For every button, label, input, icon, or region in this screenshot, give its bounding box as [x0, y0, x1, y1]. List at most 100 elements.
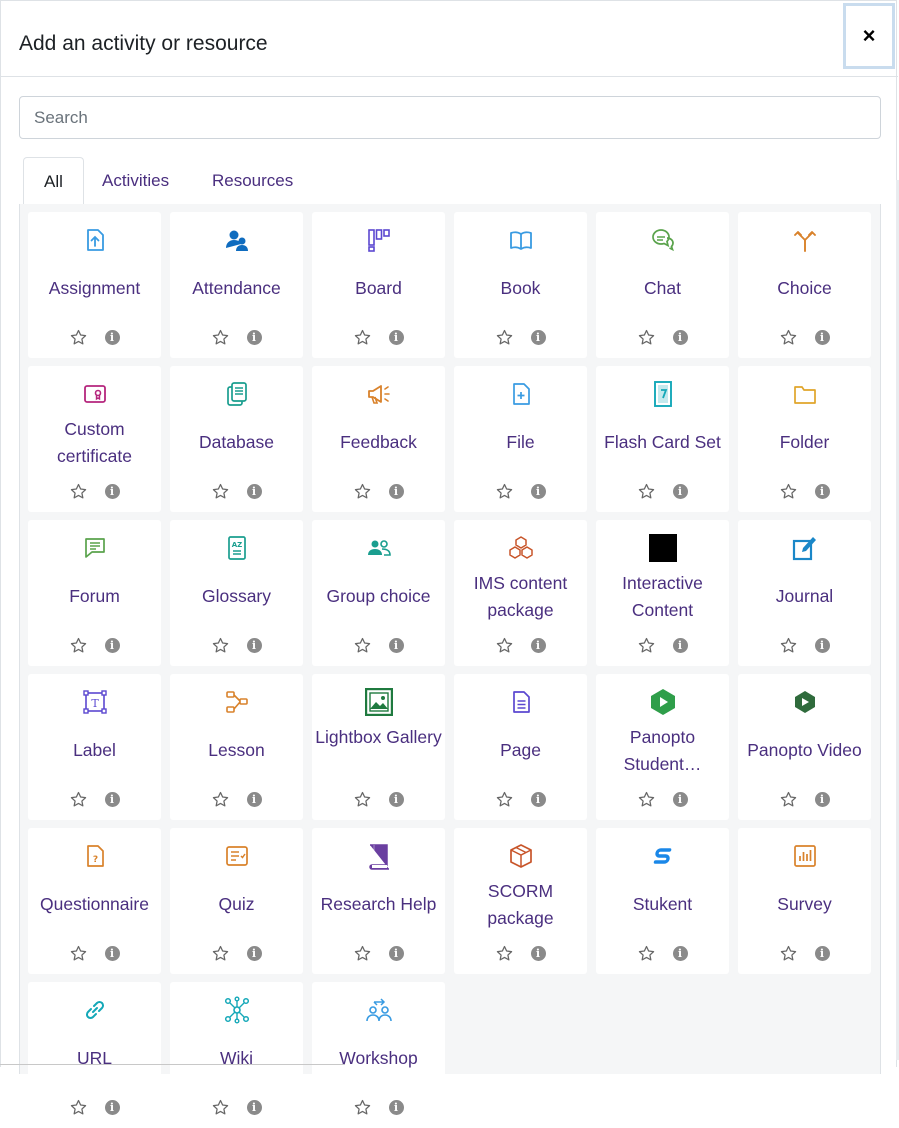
search-input[interactable]	[19, 96, 881, 139]
star-icon[interactable]	[354, 1099, 371, 1116]
activity-card-workshop[interactable]: Workshop i	[312, 982, 445, 1128]
star-icon[interactable]	[780, 945, 797, 962]
activity-card-interactive-content[interactable]: Interactive Content i	[596, 520, 729, 666]
activity-card-label[interactable]: T Label i	[28, 674, 161, 820]
info-icon[interactable]: i	[104, 484, 120, 499]
activity-card-choice[interactable]: Choice i	[738, 212, 871, 358]
info-icon[interactable]: i	[104, 946, 120, 961]
close-button[interactable]: ×	[843, 3, 895, 69]
info-icon[interactable]: i	[814, 330, 830, 345]
info-icon[interactable]: i	[530, 330, 546, 345]
info-icon[interactable]: i	[388, 1100, 404, 1115]
activity-card-flash-card-set[interactable]: Flash Card Set i	[596, 366, 729, 512]
info-icon[interactable]: i	[104, 1100, 120, 1115]
info-icon[interactable]: i	[814, 638, 830, 653]
activity-card-lightbox-gallery[interactable]: Lightbox Gallery i	[312, 674, 445, 820]
star-icon[interactable]	[638, 945, 655, 962]
info-icon[interactable]: i	[246, 792, 262, 807]
activity-card-board[interactable]: Board i	[312, 212, 445, 358]
activity-card-journal[interactable]: Journal i	[738, 520, 871, 666]
info-icon[interactable]: i	[814, 946, 830, 961]
star-icon[interactable]	[638, 637, 655, 654]
star-icon[interactable]	[354, 329, 371, 346]
activity-card-database[interactable]: Database i	[170, 366, 303, 512]
star-icon[interactable]	[70, 329, 87, 346]
activity-card-feedback[interactable]: Feedback i	[312, 366, 445, 512]
activity-card-ims-content-package[interactable]: IMS content package i	[454, 520, 587, 666]
tab-all[interactable]: All	[23, 157, 84, 206]
info-icon[interactable]: i	[388, 792, 404, 807]
info-icon[interactable]: i	[388, 484, 404, 499]
star-icon[interactable]	[354, 637, 371, 654]
activity-card-wiki[interactable]: Wiki i	[170, 982, 303, 1128]
info-icon[interactable]: i	[246, 638, 262, 653]
activity-card-questionnaire[interactable]: ? Questionnaire i	[28, 828, 161, 974]
activity-card-attendance[interactable]: Attendance i	[170, 212, 303, 358]
star-icon[interactable]	[638, 329, 655, 346]
activity-card-lesson[interactable]: Lesson i	[170, 674, 303, 820]
star-icon[interactable]	[70, 945, 87, 962]
activity-card-glossary[interactable]: AZ Glossary i	[170, 520, 303, 666]
info-icon[interactable]: i	[530, 484, 546, 499]
info-icon[interactable]: i	[104, 638, 120, 653]
activity-card-scorm-package[interactable]: SCORM package i	[454, 828, 587, 974]
star-icon[interactable]	[496, 483, 513, 500]
star-icon[interactable]	[354, 791, 371, 808]
activity-card-url[interactable]: URL i	[28, 982, 161, 1128]
activity-card-panopto-student[interactable]: Panopto Student… i	[596, 674, 729, 820]
activity-card-file[interactable]: File i	[454, 366, 587, 512]
star-icon[interactable]	[354, 483, 371, 500]
info-icon[interactable]: i	[246, 946, 262, 961]
tab-activities[interactable]: Activities	[82, 157, 189, 205]
star-icon[interactable]	[496, 329, 513, 346]
info-icon[interactable]: i	[530, 638, 546, 653]
info-icon[interactable]: i	[388, 330, 404, 345]
info-icon[interactable]: i	[246, 484, 262, 499]
info-icon[interactable]: i	[530, 946, 546, 961]
activity-card-custom-certificate[interactable]: Custom certificate i	[28, 366, 161, 512]
star-icon[interactable]	[496, 791, 513, 808]
activity-card-page[interactable]: Page i	[454, 674, 587, 820]
star-icon[interactable]	[212, 1099, 229, 1116]
star-icon[interactable]	[638, 791, 655, 808]
star-icon[interactable]	[496, 945, 513, 962]
info-icon[interactable]: i	[104, 792, 120, 807]
info-icon[interactable]: i	[388, 946, 404, 961]
star-icon[interactable]	[780, 329, 797, 346]
star-icon[interactable]	[496, 637, 513, 654]
info-icon[interactable]: i	[246, 1100, 262, 1115]
info-icon[interactable]: i	[814, 484, 830, 499]
activity-card-survey[interactable]: Survey i	[738, 828, 871, 974]
activity-card-book[interactable]: Book i	[454, 212, 587, 358]
star-icon[interactable]	[780, 791, 797, 808]
tab-resources[interactable]: Resources	[192, 157, 313, 205]
info-icon[interactable]: i	[246, 330, 262, 345]
star-icon[interactable]	[70, 1099, 87, 1116]
star-icon[interactable]	[70, 791, 87, 808]
info-icon[interactable]: i	[672, 638, 688, 653]
info-icon[interactable]: i	[814, 792, 830, 807]
star-icon[interactable]	[212, 329, 229, 346]
activity-card-folder[interactable]: Folder i	[738, 366, 871, 512]
info-icon[interactable]: i	[672, 946, 688, 961]
info-icon[interactable]: i	[672, 330, 688, 345]
info-icon[interactable]: i	[388, 638, 404, 653]
activity-card-panopto-video[interactable]: Panopto Video i	[738, 674, 871, 820]
activity-card-forum[interactable]: Forum i	[28, 520, 161, 666]
info-icon[interactable]: i	[530, 792, 546, 807]
info-icon[interactable]: i	[672, 484, 688, 499]
star-icon[interactable]	[70, 483, 87, 500]
info-icon[interactable]: i	[104, 330, 120, 345]
activity-card-quiz[interactable]: Quiz i	[170, 828, 303, 974]
star-icon[interactable]	[212, 637, 229, 654]
star-icon[interactable]	[70, 637, 87, 654]
star-icon[interactable]	[780, 483, 797, 500]
activity-card-stukent[interactable]: Stukent i	[596, 828, 729, 974]
star-icon[interactable]	[638, 483, 655, 500]
activity-card-group-choice[interactable]: Group choice i	[312, 520, 445, 666]
activity-card-research-help[interactable]: Research Help i	[312, 828, 445, 974]
star-icon[interactable]	[354, 945, 371, 962]
activity-card-chat[interactable]: Chat i	[596, 212, 729, 358]
star-icon[interactable]	[780, 637, 797, 654]
star-icon[interactable]	[212, 791, 229, 808]
